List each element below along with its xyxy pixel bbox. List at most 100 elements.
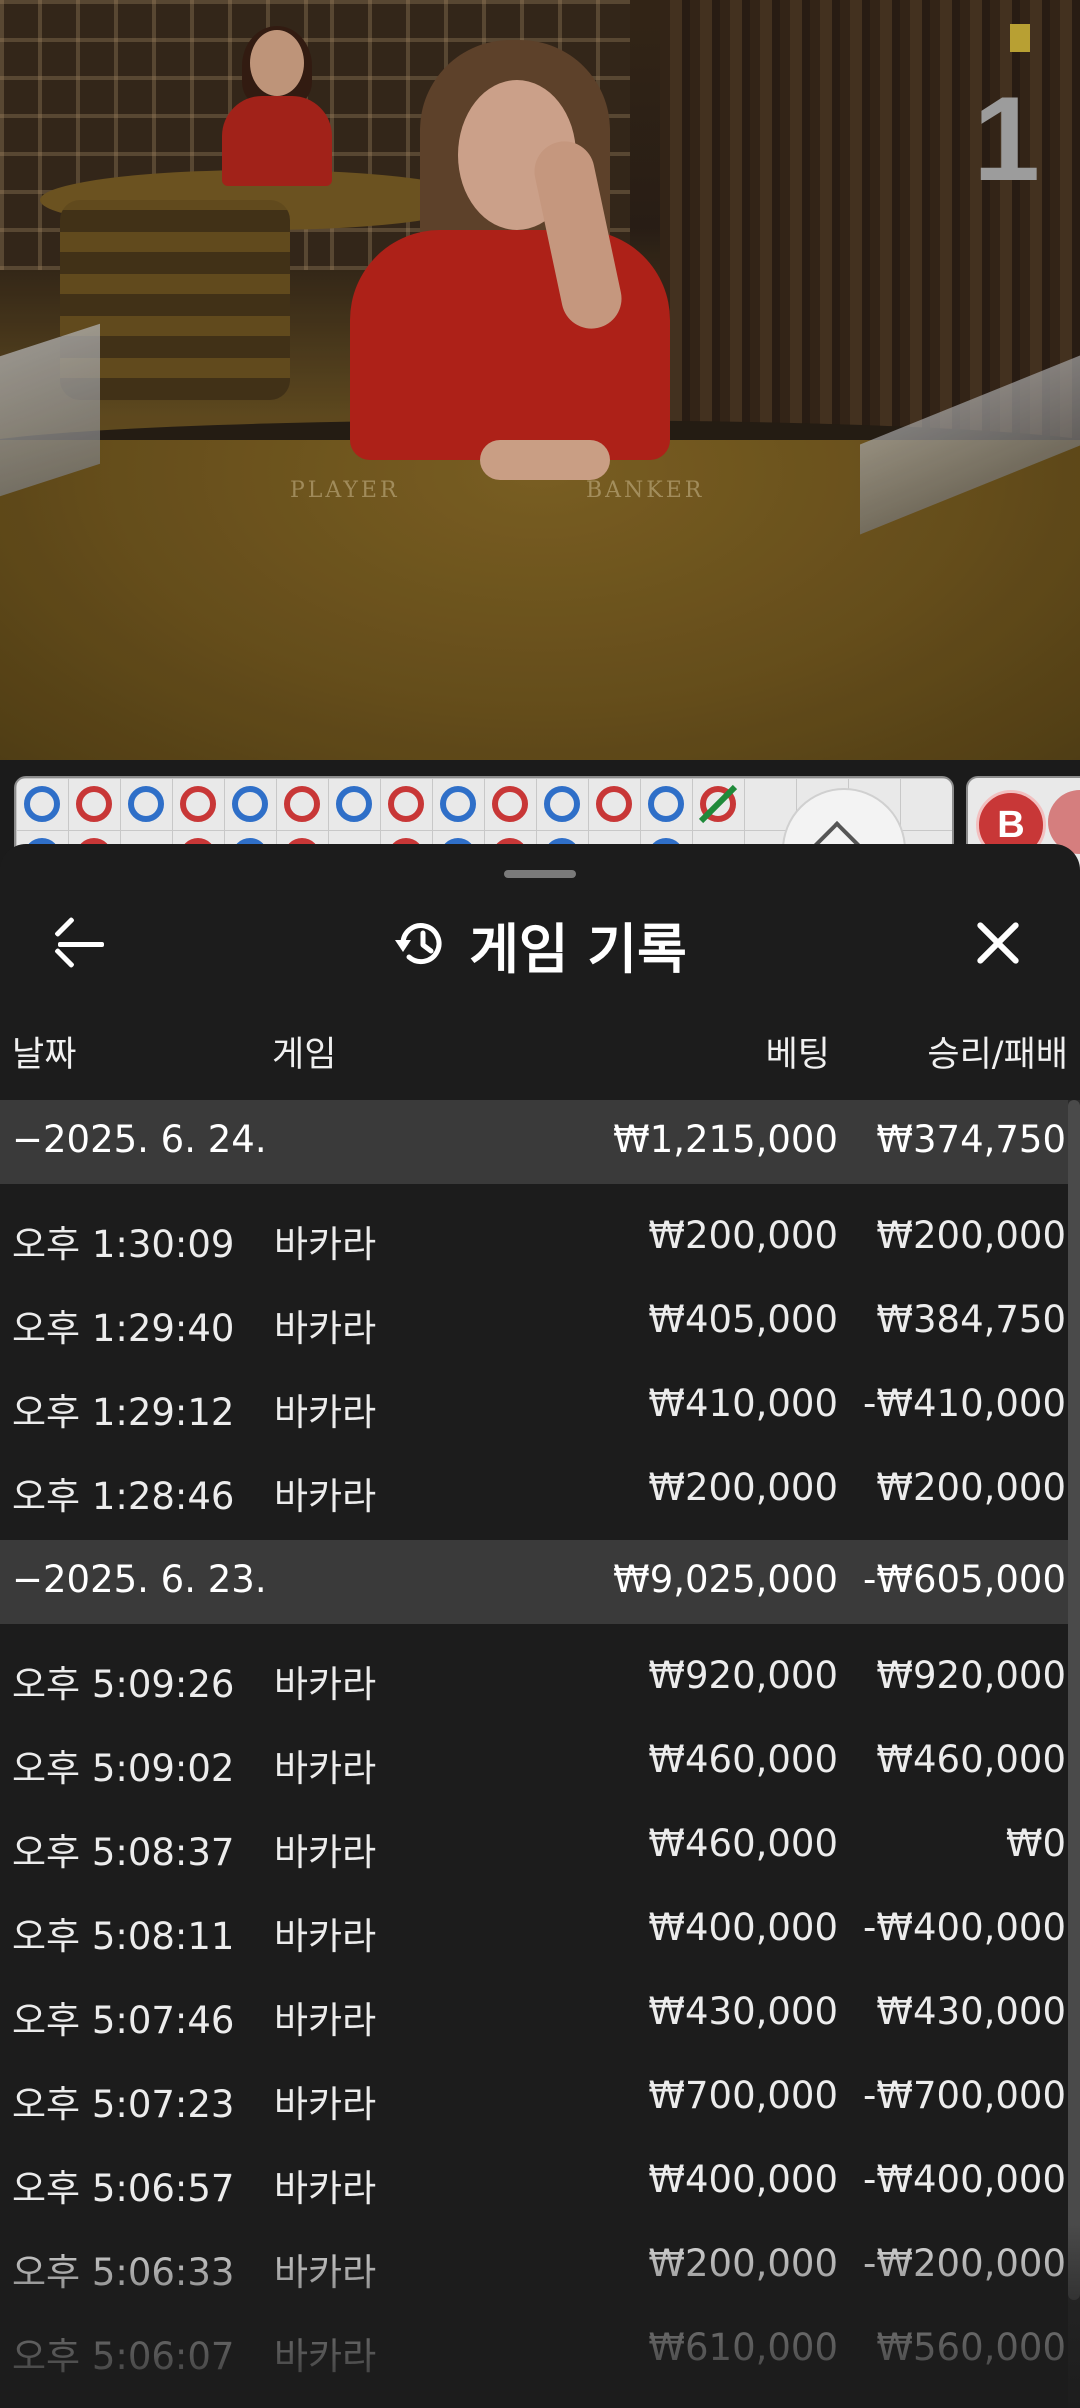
row-game: 바카라 bbox=[274, 1915, 377, 1958]
banker-bead bbox=[388, 786, 424, 822]
row-win-loss: ₩560,000 bbox=[876, 2326, 1066, 2369]
row-bet: ₩400,000 bbox=[648, 2158, 838, 2201]
arrow-left-icon bbox=[58, 942, 104, 947]
row-time: 오후 5:08:11 bbox=[12, 1915, 235, 1958]
group-win-loss-total: ₩374,750 bbox=[876, 1118, 1066, 1161]
date-group-header[interactable]: −2025. 6. 24. ₩1,215,000 ₩374,750 bbox=[0, 1100, 1068, 1184]
scrollbar-thumb[interactable] bbox=[1068, 1100, 1080, 2300]
row-game: 바카라 bbox=[274, 2167, 377, 2210]
row-bet: ₩200,000 bbox=[648, 1466, 838, 1509]
row-game: 바카라 bbox=[274, 1223, 377, 1266]
row-win-loss: -₩700,000 bbox=[863, 2074, 1066, 2117]
row-win-loss: -₩200,000 bbox=[863, 2242, 1066, 2285]
column-bet: 베팅 bbox=[765, 1035, 830, 1075]
row-game: 바카라 bbox=[274, 1307, 377, 1350]
history-row[interactable]: 오후 5:07:23 바카라 ₩700,000 -₩700,000 bbox=[0, 2052, 1068, 2136]
live-video-feed: PLAYER BANKER 1 bbox=[0, 0, 1080, 760]
history-row[interactable]: 오후 5:06:07 바카라 ₩610,000 ₩560,000 bbox=[0, 2304, 1068, 2388]
history-row[interactable]: 오후 1:29:40 바카라 ₩405,000 ₩384,750 bbox=[0, 1276, 1068, 1360]
row-time: 오후 5:07:23 bbox=[12, 2083, 235, 2126]
date-group-header[interactable]: −2025. 6. 23. ₩9,025,000 -₩605,000 bbox=[0, 1540, 1068, 1624]
player-bead bbox=[336, 786, 372, 822]
history-row[interactable]: 오후 5:08:11 바카라 ₩400,000 -₩400,000 bbox=[0, 1884, 1068, 1968]
history-icon bbox=[395, 923, 442, 965]
row-win-loss: ₩200,000 bbox=[876, 1214, 1066, 1257]
history-row[interactable]: 오후 5:09:26 바카라 ₩920,000 ₩920,000 bbox=[0, 1632, 1068, 1716]
row-time: 오후 5:09:02 bbox=[12, 1747, 235, 1790]
row-win-loss: ₩0 bbox=[1005, 1822, 1066, 1865]
row-game: 바카라 bbox=[274, 2251, 377, 2294]
group-bet-total: ₩9,025,000 bbox=[613, 1558, 838, 1601]
row-time: 오후 5:06:07 bbox=[12, 2335, 235, 2378]
history-row[interactable]: 오후 5:07:46 바카라 ₩430,000 ₩430,000 bbox=[0, 1968, 1068, 2052]
row-win-loss: -₩400,000 bbox=[863, 2158, 1066, 2201]
sheet-header: 게임 기록 bbox=[0, 884, 1080, 1004]
row-time: 오후 1:30:09 bbox=[12, 1223, 235, 1266]
group-date: −2025. 6. 23. bbox=[12, 1558, 267, 1601]
group-bet-total: ₩1,215,000 bbox=[613, 1118, 838, 1161]
row-game: 바카라 bbox=[274, 1663, 377, 1706]
sheet-title: 게임 기록 bbox=[469, 917, 687, 981]
row-game: 바카라 bbox=[274, 2083, 377, 2126]
column-win-loss: 승리/패배 bbox=[927, 1035, 1068, 1075]
history-row[interactable]: 오후 5:06:33 바카라 ₩200,000 -₩200,000 bbox=[0, 2220, 1068, 2304]
row-bet: ₩200,000 bbox=[648, 2242, 838, 2285]
banker-bead bbox=[180, 786, 216, 822]
history-row[interactable]: 오후 5:08:37 바카라 ₩460,000 ₩0 bbox=[0, 1800, 1068, 1884]
history-row[interactable]: 오후 5:09:02 바카라 ₩460,000 ₩460,000 bbox=[0, 1716, 1068, 1800]
banker-bead bbox=[596, 786, 632, 822]
player-bead bbox=[232, 786, 268, 822]
player-bead bbox=[648, 786, 684, 822]
banker-bead bbox=[76, 786, 112, 822]
row-game: 바카라 bbox=[274, 2335, 377, 2378]
row-bet: ₩410,000 bbox=[648, 1382, 838, 1425]
player-bead bbox=[544, 786, 580, 822]
row-bet: ₩400,000 bbox=[648, 1906, 838, 1949]
round-marker bbox=[1010, 24, 1030, 52]
drag-handle[interactable] bbox=[504, 870, 576, 878]
banker-bead bbox=[492, 786, 528, 822]
banker-bead bbox=[284, 786, 320, 822]
player-bead bbox=[24, 786, 60, 822]
row-win-loss: -₩400,000 bbox=[863, 1906, 1066, 1949]
history-list: −2025. 6. 24. ₩1,215,000 ₩374,750 오후 1:3… bbox=[0, 1100, 1068, 2388]
row-time: 오후 1:29:40 bbox=[12, 1307, 235, 1350]
row-win-loss: ₩384,750 bbox=[876, 1298, 1066, 1341]
row-bet: ₩610,000 bbox=[648, 2326, 838, 2369]
row-time: 오후 5:09:26 bbox=[12, 1663, 235, 1706]
row-bet: ₩460,000 bbox=[648, 1738, 838, 1781]
row-game: 바카라 bbox=[274, 1391, 377, 1434]
row-game: 바카라 bbox=[274, 1747, 377, 1790]
row-game: 바카라 bbox=[274, 1999, 377, 2042]
history-row[interactable]: 오후 1:29:12 바카라 ₩410,000 -₩410,000 bbox=[0, 1360, 1068, 1444]
group-date: −2025. 6. 24. bbox=[12, 1118, 267, 1161]
row-time: 오후 5:06:57 bbox=[12, 2167, 235, 2210]
back-button[interactable] bbox=[50, 912, 114, 976]
player-bead bbox=[440, 786, 476, 822]
row-time: 오후 5:08:37 bbox=[12, 1831, 235, 1874]
row-game: 바카라 bbox=[274, 1831, 377, 1874]
history-row[interactable]: 오후 5:06:57 바카라 ₩400,000 -₩400,000 bbox=[0, 2136, 1068, 2220]
row-time: 오후 1:28:46 bbox=[12, 1475, 235, 1518]
history-row[interactable]: 오후 1:28:46 바카라 ₩200,000 ₩200,000 bbox=[0, 1444, 1068, 1528]
row-win-loss: ₩920,000 bbox=[876, 1654, 1066, 1697]
round-number: 1 bbox=[973, 72, 1040, 206]
row-game: 바카라 bbox=[274, 1475, 377, 1518]
row-bet: ₩460,000 bbox=[648, 1822, 838, 1865]
game-history-sheet: 게임 기록 날짜 게임 베팅 승리/패배 −2025. 6. 24. ₩1,21… bbox=[0, 844, 1080, 2408]
group-win-loss-total: -₩605,000 bbox=[863, 1558, 1066, 1601]
row-bet: ₩700,000 bbox=[648, 2074, 838, 2117]
history-row[interactable]: 오후 1:30:09 바카라 ₩200,000 ₩200,000 bbox=[0, 1192, 1068, 1276]
row-win-loss: ₩430,000 bbox=[876, 1990, 1066, 2033]
row-time: 오후 5:07:46 bbox=[12, 1999, 235, 2042]
row-bet: ₩920,000 bbox=[648, 1654, 838, 1697]
column-headers: 날짜 게임 베팅 승리/패배 bbox=[0, 1016, 1080, 1076]
column-date: 날짜 bbox=[12, 1035, 77, 1075]
column-game: 게임 bbox=[272, 1035, 337, 1075]
row-win-loss: ₩460,000 bbox=[876, 1738, 1066, 1781]
row-time: 오후 1:29:12 bbox=[12, 1391, 235, 1434]
player-bead bbox=[128, 786, 164, 822]
row-bet: ₩430,000 bbox=[648, 1990, 838, 2033]
close-button[interactable] bbox=[968, 912, 1032, 976]
row-bet: ₩405,000 bbox=[648, 1298, 838, 1341]
